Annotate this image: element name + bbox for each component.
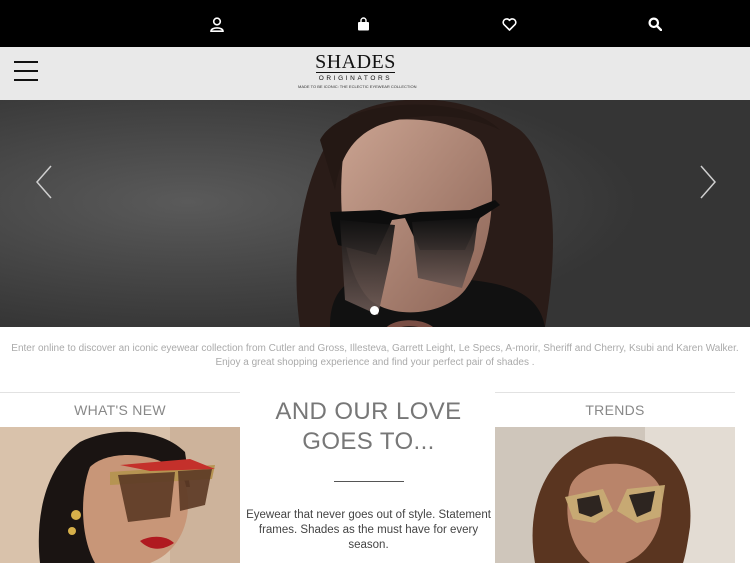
shopping-bag-icon[interactable] <box>354 15 372 33</box>
site-logo[interactable]: SHADES ORIGINATORS MADE TO BE ICONIC: TH… <box>298 51 417 96</box>
top-utility-bar <box>0 0 750 47</box>
whats-new-title[interactable]: WHAT'S NEW <box>0 402 240 418</box>
love-text: Eyewear that never goes out of style. St… <box>246 509 491 551</box>
trends-image[interactable] <box>495 427 735 563</box>
carousel-dot-1[interactable] <box>370 306 379 315</box>
heart-icon[interactable] <box>500 15 518 33</box>
whats-new-divider <box>0 392 240 393</box>
love-divider <box>333 481 404 482</box>
trends-title[interactable]: TRENDS <box>495 402 735 418</box>
love-section: AND OUR LOVE GOES TO... Eyewear that nev… <box>242 397 495 553</box>
search-icon[interactable] <box>646 15 664 33</box>
love-heading: AND OUR LOVE GOES TO... <box>275 398 462 455</box>
logo-tagline: MADE TO BE ICONIC: THE ECLECTIC EYEWEAR … <box>298 84 417 89</box>
carousel-prev-arrow-icon[interactable] <box>34 164 54 200</box>
site-header: SHADES ORIGINATORS MADE TO BE ICONIC: TH… <box>0 47 750 100</box>
hero-model-image <box>0 100 750 327</box>
carousel-next-arrow-icon[interactable] <box>698 164 718 200</box>
logo-wordmark: SHADES <box>315 51 396 73</box>
hero-carousel[interactable] <box>0 100 750 327</box>
menu-icon[interactable] <box>14 61 38 83</box>
whats-new-image[interactable] <box>0 427 240 563</box>
user-icon[interactable] <box>208 15 226 33</box>
logo-subtitle: ORIGINATORS <box>316 72 395 83</box>
trends-divider <box>495 392 735 393</box>
intro-text: Enter online to discover an iconic eyewe… <box>11 343 739 368</box>
